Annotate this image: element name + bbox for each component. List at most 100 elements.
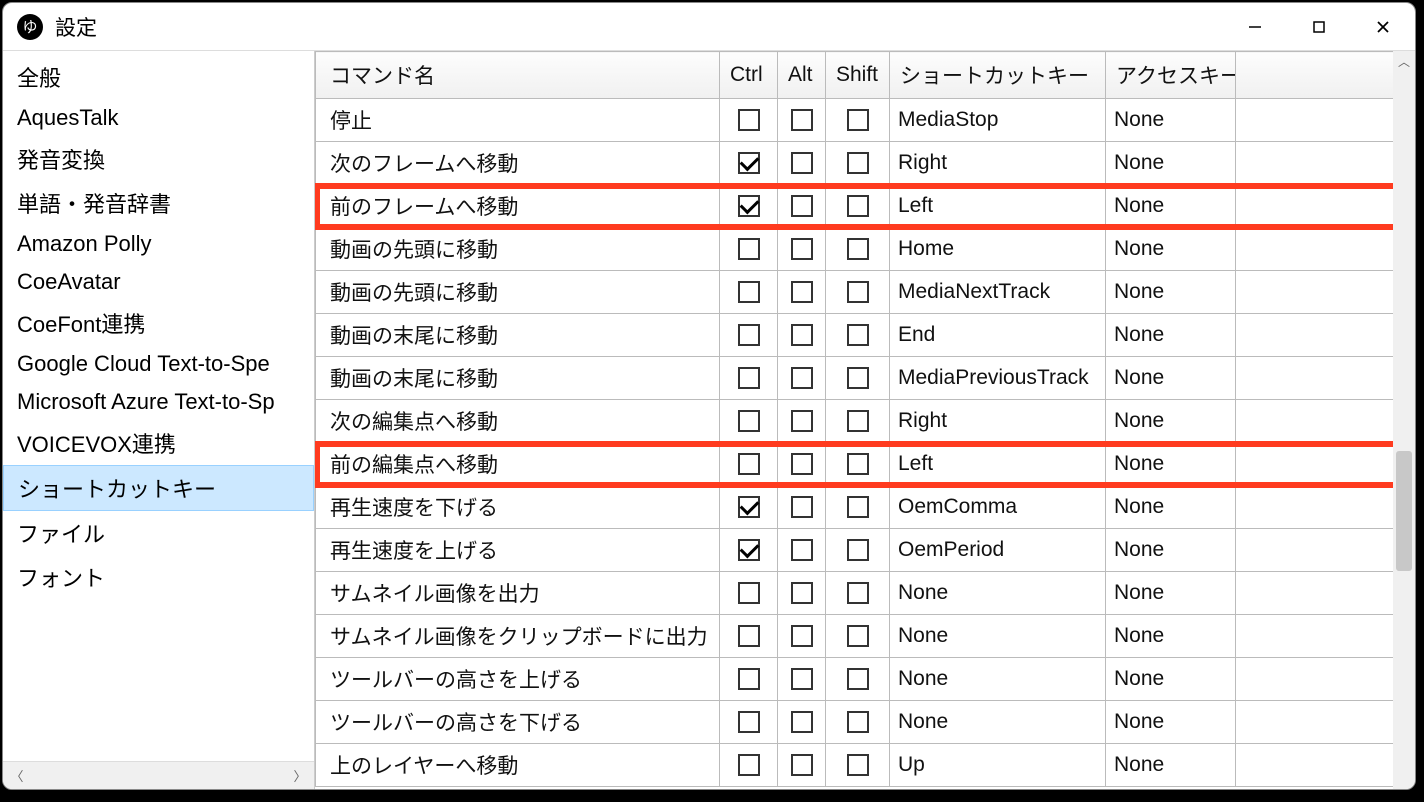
sidebar-item[interactable]: ファイル (3, 511, 314, 555)
alt-checkbox[interactable] (791, 582, 813, 604)
cell-alt[interactable] (778, 443, 826, 486)
cell-command[interactable]: 動画の末尾に移動 (316, 314, 720, 357)
alt-checkbox[interactable] (791, 668, 813, 690)
alt-checkbox[interactable] (791, 711, 813, 733)
close-button[interactable] (1351, 3, 1415, 51)
shift-checkbox[interactable] (847, 281, 869, 303)
cell-shift[interactable] (826, 529, 890, 572)
shift-checkbox[interactable] (847, 496, 869, 518)
sidebar-item[interactable]: ショートカットキー (3, 465, 314, 511)
sidebar-item[interactable]: Google Cloud Text-to-Spe (3, 345, 314, 383)
cell-command[interactable]: 再生速度を下げる (316, 486, 720, 529)
sidebar-item[interactable]: CoeAvatar (3, 263, 314, 301)
cell-access[interactable]: None (1106, 744, 1236, 787)
cell-ctrl[interactable] (720, 314, 778, 357)
cell-command[interactable]: 上のレイヤーへ移動 (316, 744, 720, 787)
ctrl-checkbox[interactable] (738, 281, 760, 303)
ctrl-checkbox[interactable] (738, 625, 760, 647)
ctrl-checkbox[interactable] (738, 496, 760, 518)
cell-shortcut[interactable]: MediaNextTrack (890, 271, 1106, 314)
table-row[interactable]: 上のレイヤーへ移動UpNone (316, 744, 1415, 787)
ctrl-checkbox[interactable] (738, 367, 760, 389)
cell-ctrl[interactable] (720, 529, 778, 572)
table-row[interactable]: 動画の末尾に移動MediaPreviousTrackNone (316, 357, 1415, 400)
cell-shortcut[interactable]: OemComma (890, 486, 1106, 529)
cell-alt[interactable] (778, 400, 826, 443)
cell-command[interactable]: 再生速度を上げる (316, 529, 720, 572)
cell-shortcut[interactable]: Left (890, 185, 1106, 228)
cell-alt[interactable] (778, 701, 826, 744)
minimize-button[interactable] (1223, 3, 1287, 51)
ctrl-checkbox[interactable] (738, 109, 760, 131)
table-row[interactable]: 動画の末尾に移動EndNone (316, 314, 1415, 357)
sidebar-item[interactable]: フォント (3, 555, 314, 599)
cell-shortcut[interactable]: None (890, 658, 1106, 701)
cell-shift[interactable] (826, 314, 890, 357)
cell-ctrl[interactable] (720, 99, 778, 142)
alt-checkbox[interactable] (791, 109, 813, 131)
cell-ctrl[interactable] (720, 228, 778, 271)
cell-shift[interactable] (826, 142, 890, 185)
ctrl-checkbox[interactable] (738, 410, 760, 432)
shift-checkbox[interactable] (847, 453, 869, 475)
cell-command[interactable]: 次の編集点へ移動 (316, 400, 720, 443)
cell-access[interactable]: None (1106, 529, 1236, 572)
col-header-shift[interactable]: Shift (826, 52, 890, 99)
cell-shortcut[interactable]: MediaPreviousTrack (890, 357, 1106, 400)
cell-shift[interactable] (826, 357, 890, 400)
ctrl-checkbox[interactable] (738, 582, 760, 604)
shift-checkbox[interactable] (847, 539, 869, 561)
cell-access[interactable]: None (1106, 486, 1236, 529)
alt-checkbox[interactable] (791, 238, 813, 260)
table-row[interactable]: 前の編集点へ移動LeftNone (316, 443, 1415, 486)
cell-access[interactable]: None (1106, 185, 1236, 228)
cell-command[interactable]: 動画の先頭に移動 (316, 228, 720, 271)
col-header-command[interactable]: コマンド名 (316, 52, 720, 99)
alt-checkbox[interactable] (791, 367, 813, 389)
alt-checkbox[interactable] (791, 453, 813, 475)
shift-checkbox[interactable] (847, 367, 869, 389)
maximize-button[interactable] (1287, 3, 1351, 51)
table-row[interactable]: 動画の先頭に移動MediaNextTrackNone (316, 271, 1415, 314)
cell-ctrl[interactable] (720, 400, 778, 443)
cell-shortcut[interactable]: MediaStop (890, 99, 1106, 142)
cell-shortcut[interactable]: Right (890, 142, 1106, 185)
cell-shortcut[interactable]: Left (890, 443, 1106, 486)
cell-shift[interactable] (826, 99, 890, 142)
cell-ctrl[interactable] (720, 572, 778, 615)
table-row[interactable]: 停止MediaStopNone (316, 99, 1415, 142)
table-row[interactable]: サムネイル画像をクリップボードに出力NoneNone (316, 615, 1415, 658)
shift-checkbox[interactable] (847, 711, 869, 733)
cell-alt[interactable] (778, 615, 826, 658)
shift-checkbox[interactable] (847, 582, 869, 604)
ctrl-checkbox[interactable] (738, 668, 760, 690)
ctrl-checkbox[interactable] (738, 453, 760, 475)
cell-ctrl[interactable] (720, 185, 778, 228)
cell-command[interactable]: ツールバーの高さを下げる (316, 701, 720, 744)
scrollbar-thumb[interactable] (1396, 451, 1412, 571)
cell-command[interactable]: 次のフレームへ移動 (316, 142, 720, 185)
cell-shortcut[interactable]: None (890, 572, 1106, 615)
alt-checkbox[interactable] (791, 324, 813, 346)
cell-ctrl[interactable] (720, 615, 778, 658)
cell-alt[interactable] (778, 228, 826, 271)
cell-shift[interactable] (826, 744, 890, 787)
table-row[interactable]: 動画の先頭に移動HomeNone (316, 228, 1415, 271)
cell-alt[interactable] (778, 486, 826, 529)
sidebar-item[interactable]: CoeFont連携 (3, 301, 314, 345)
cell-ctrl[interactable] (720, 486, 778, 529)
cell-shift[interactable] (826, 486, 890, 529)
col-header-extra[interactable] (1236, 52, 1415, 99)
sidebar-item[interactable]: Amazon Polly (3, 225, 314, 263)
ctrl-checkbox[interactable] (738, 754, 760, 776)
cell-alt[interactable] (778, 314, 826, 357)
vertical-scrollbar[interactable]: ︿ (1393, 51, 1415, 789)
shift-checkbox[interactable] (847, 324, 869, 346)
table-row[interactable]: 次のフレームへ移動RightNone (316, 142, 1415, 185)
cell-access[interactable]: None (1106, 572, 1236, 615)
cell-alt[interactable] (778, 572, 826, 615)
cell-ctrl[interactable] (720, 744, 778, 787)
shift-checkbox[interactable] (847, 668, 869, 690)
cell-alt[interactable] (778, 185, 826, 228)
cell-shift[interactable] (826, 658, 890, 701)
